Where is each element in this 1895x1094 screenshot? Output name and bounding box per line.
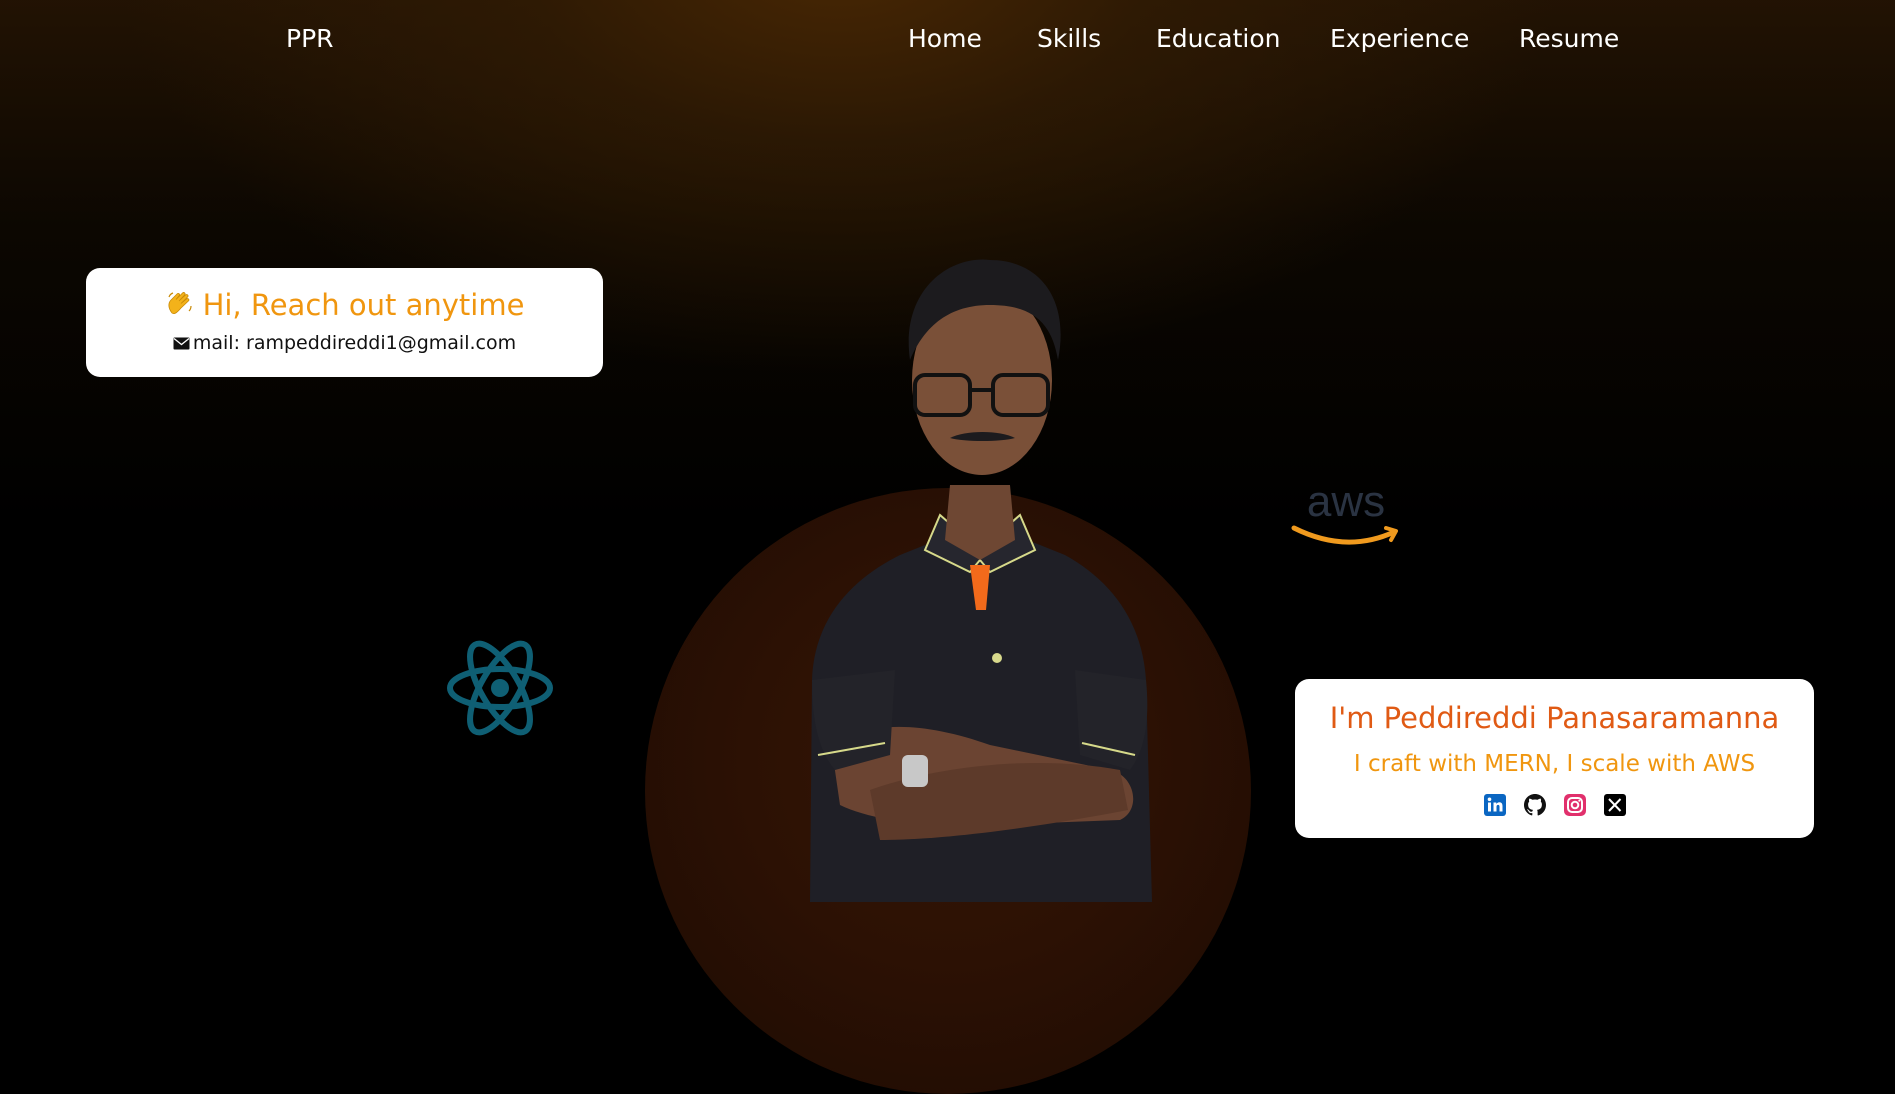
instagram-icon[interactable]: [1563, 793, 1587, 817]
profile-portrait: [810, 259, 1152, 902]
intro-name: I'm Peddireddi Panasaramanna: [1329, 701, 1780, 735]
nav-experience[interactable]: Experience: [1330, 24, 1469, 53]
linkedin-icon[interactable]: [1483, 793, 1507, 817]
nav-resume[interactable]: Resume: [1519, 24, 1619, 53]
nav-skills[interactable]: Skills: [1037, 24, 1101, 53]
waving-hand-icon: [165, 289, 195, 326]
mail-text[interactable]: mail: rampeddireddi1@gmail.com: [193, 332, 516, 354]
contact-greeting: Hi, Reach out anytime: [86, 288, 603, 326]
contact-mail: mail: rampeddireddi1@gmail.com: [86, 332, 603, 355]
nav-education[interactable]: Education: [1156, 24, 1280, 53]
intro-tagline: I craft with MERN, I scale with AWS: [1353, 751, 1756, 777]
aws-logo-icon: aws: [1291, 480, 1398, 545]
greeting-text: Hi, Reach out anytime: [202, 288, 525, 322]
github-icon[interactable]: [1523, 793, 1547, 817]
aws-logo-text: aws: [1307, 480, 1385, 526]
envelope-icon: [173, 333, 190, 355]
intro-card: I'm Peddireddi Panasaramanna I craft wit…: [1295, 679, 1814, 838]
social-links: [1483, 793, 1627, 819]
main-nav: Home Skills Education Experience Resume: [0, 24, 1895, 60]
react-icon: [447, 640, 553, 736]
nav-home[interactable]: Home: [908, 24, 982, 53]
contact-card: Hi, Reach out anytime mail: rampeddiredd…: [86, 268, 603, 377]
x-icon[interactable]: [1603, 793, 1627, 817]
